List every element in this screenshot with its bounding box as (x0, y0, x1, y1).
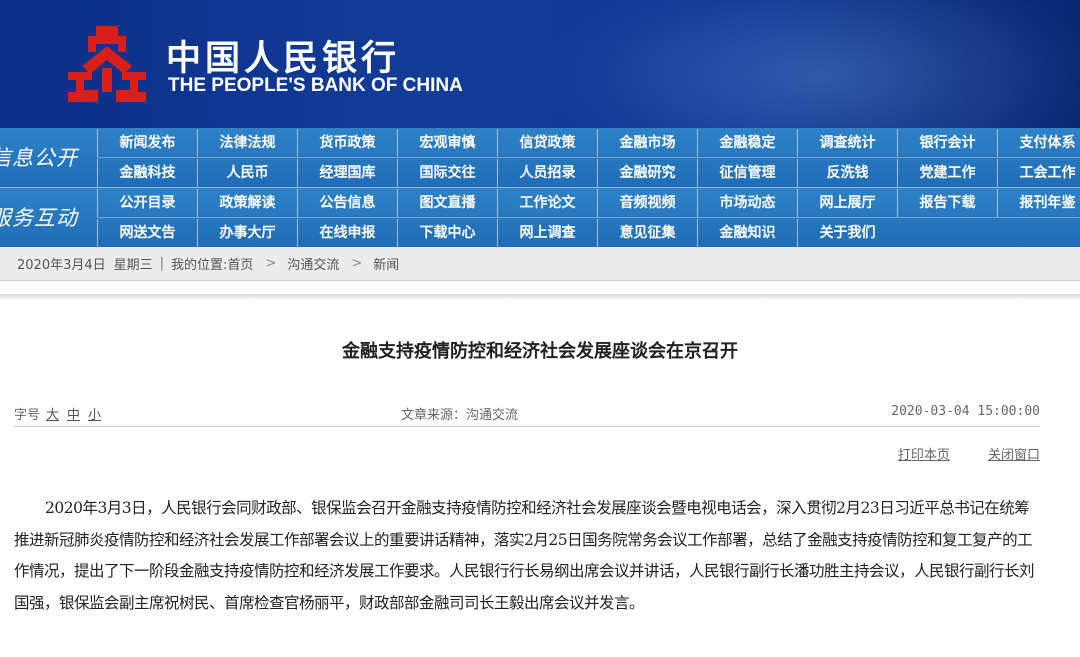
nav-row-1: 新闻发布 法律法规 货币政策 宏观审慎 信贷政策 金融市场 金融稳定 调查统计 … (97, 129, 1080, 157)
nav-row-2: 金融科技 人民币 经理国库 国际交往 人员招录 金融研究 征信管理 反洗钱 党建… (97, 159, 1080, 187)
nav-item-macro-prudential[interactable]: 宏观审慎 (397, 129, 497, 157)
nav-item-news-release[interactable]: 新闻发布 (97, 129, 197, 157)
nav-item-payment-system[interactable]: 支付体系 (997, 129, 1080, 157)
nav-item-laws[interactable]: 法律法规 (197, 129, 297, 157)
nav-item-live-broadcast[interactable]: 图文直播 (397, 189, 497, 217)
nav-item-online-exhibition[interactable]: 网上展厅 (797, 189, 897, 217)
nav-item-feedback[interactable]: 意见征集 (597, 219, 697, 247)
close-window-link[interactable]: 关闭窗口 (988, 448, 1040, 463)
current-date: 2020年3月4日 (17, 258, 106, 273)
nav-item-yearbooks[interactable]: 报刊年鉴 (997, 189, 1080, 217)
nav-item-research[interactable]: 金融研究 (597, 159, 697, 187)
nav-item-public-catalog[interactable]: 公开目录 (97, 189, 197, 217)
nav-item-online-filing[interactable]: 在线申报 (297, 219, 397, 247)
breadcrumb-home[interactable]: 我的位置:首页 (171, 254, 253, 273)
nav-item-treasury[interactable]: 经理国库 (297, 159, 397, 187)
nav-item-working-papers[interactable]: 工作论文 (497, 189, 597, 217)
nav-item-anti-money-laundering[interactable]: 反洗钱 (797, 159, 897, 187)
nav-item-report-download[interactable]: 报告下载 (897, 189, 997, 217)
article-meta-bar: 字号大中小 文章来源：沟通交流 2020-03-04 15:00:00 (14, 398, 1040, 427)
article-paragraph: 2020年3月3日，人民银行会同财政部、银保监会召开金融支持疫情防控和经济社会发… (14, 499, 1035, 612)
font-size-small-link[interactable]: 小 (88, 408, 101, 423)
nav-item-credit-policy[interactable]: 信贷政策 (497, 129, 597, 157)
nav-item-fintech[interactable]: 金融科技 (97, 159, 197, 187)
breadcrumb-separator: | (159, 256, 165, 271)
banner-highlight (540, 0, 1080, 128)
nav-section-information: 信息公开 (0, 146, 78, 170)
nav-band-services: 服务互动 公开目录 政策解读 公告信息 图文直播 工作论文 音频视频 市场动态 … (0, 188, 1080, 247)
nav-section-services: 服务互动 (0, 206, 78, 230)
nav-item-party-building[interactable]: 党建工作 (897, 159, 997, 187)
nav-item-policy-interpretation[interactable]: 政策解读 (197, 189, 297, 217)
nav-item-download-center[interactable]: 下载中心 (397, 219, 497, 247)
breadcrumb-news[interactable]: 新闻 (373, 254, 399, 273)
font-size-label: 字号 (14, 408, 41, 423)
article-title: 金融支持疫情防控和经济社会发展座谈会在京召开 (342, 341, 738, 362)
nav-item-audio-video[interactable]: 音频视频 (597, 189, 697, 217)
font-size-medium-link[interactable]: 中 (67, 408, 80, 423)
nav-item-rmb[interactable]: 人民币 (197, 159, 297, 187)
current-weekday: 星期三 (113, 258, 153, 273)
print-page-link[interactable]: 打印本页 (898, 448, 950, 463)
nav-item-online-survey[interactable]: 网上调查 (497, 219, 597, 247)
nav-item-about-us[interactable]: 关于我们 (797, 219, 897, 247)
nav-row-4: 网送文告 办事大厅 在线申报 下载中心 网上调查 意见征集 金融知识 关于我们 (97, 219, 1080, 247)
nav-item-union-work[interactable]: 工会工作 (997, 159, 1080, 187)
nav-item-market-news[interactable]: 市场动态 (697, 189, 797, 217)
chevron-right-icon: > (265, 256, 277, 271)
bank-name-english: THE PEOPLE'S BANK OF CHINA (168, 75, 463, 96)
breadcrumb-communication[interactable]: 沟通交流 (287, 254, 339, 273)
nav-item-service-hall[interactable]: 办事大厅 (197, 219, 297, 247)
nav-item-international[interactable]: 国际交往 (397, 159, 497, 187)
chevron-right-icon: > (351, 256, 363, 271)
nav-item-credit-reference[interactable]: 征信管理 (697, 159, 797, 187)
site-header: 中国人民银行 THE PEOPLE'S BANK OF CHINA (0, 0, 1080, 128)
nav-row-3: 公开目录 政策解读 公告信息 图文直播 工作论文 音频视频 市场动态 网上展厅 … (97, 189, 1080, 217)
nav-item-documents[interactable]: 网送文告 (97, 219, 197, 247)
breadcrumb: 2020年3月4日 星期三 | 我的位置:首页 > 沟通交流 > 新闻 (0, 247, 1080, 281)
nav-band-information: 信息公开 新闻发布 法律法规 货币政策 宏观审慎 信贷政策 金融市场 金融稳定 … (0, 128, 1080, 187)
bank-name-chinese: 中国人民银行 (166, 38, 401, 79)
font-size-large-link[interactable]: 大 (46, 408, 59, 423)
article-datetime: 2020-03-04 15:00:00 (891, 404, 1040, 419)
nav-item-financial-knowledge[interactable]: 金融知识 (697, 219, 797, 247)
article-tools: 打印本页 关闭窗口 (864, 444, 1040, 463)
nav-item-recruitment[interactable]: 人员招录 (497, 159, 597, 187)
nav-item-financial-market[interactable]: 金融市场 (597, 129, 697, 157)
font-size-switcher: 字号大中小 (14, 404, 101, 423)
nav-item-financial-stability[interactable]: 金融稳定 (697, 129, 797, 157)
article-source: 文章来源：沟通交流 (401, 408, 519, 423)
pboc-emblem-icon[interactable] (62, 22, 152, 106)
nav-rows: 新闻发布 法律法规 货币政策 宏观审慎 信贷政策 金融市场 金融稳定 调查统计 … (97, 128, 1080, 187)
nav-rows: 公开目录 政策解读 公告信息 图文直播 工作论文 音频视频 市场动态 网上展厅 … (97, 188, 1080, 247)
nav-item-monetary-policy[interactable]: 货币政策 (297, 129, 397, 157)
nav-item-survey-statistics[interactable]: 调查统计 (797, 129, 897, 157)
content-top-shadow (0, 294, 1080, 300)
nav-item-announcements[interactable]: 公告信息 (297, 189, 397, 217)
nav-item-bank-accounting[interactable]: 银行会计 (897, 129, 997, 157)
